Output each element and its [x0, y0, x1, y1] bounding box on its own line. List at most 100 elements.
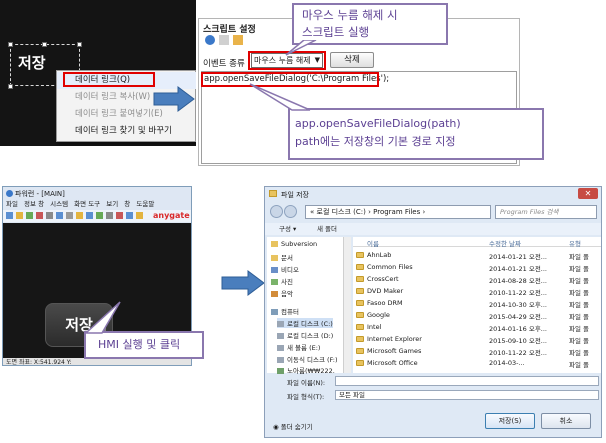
nav-item-computer[interactable]: 컴퓨터: [271, 306, 299, 316]
arrow-right-icon: [221, 270, 265, 296]
file-row[interactable]: CrossCert 2014-08-28 오전... 파일 폴: [353, 274, 601, 285]
usb-drive-icon: [277, 357, 284, 363]
drive-icon: [277, 333, 284, 339]
toolbar-icon[interactable]: [106, 212, 113, 219]
close-button[interactable]: ✕: [578, 188, 598, 199]
organize-button[interactable]: 구성 ▾: [279, 223, 296, 235]
cancel-button[interactable]: 취소: [541, 413, 591, 429]
toolbar-icon[interactable]: [46, 212, 53, 219]
toolbar-icon[interactable]: [96, 212, 103, 219]
nav-item-music[interactable]: 음악: [271, 288, 293, 298]
file-row[interactable]: Intel 2014-01-16 오후... 파일 폴: [353, 322, 601, 333]
drive-icon: [277, 321, 284, 327]
toolbar-icon[interactable]: [116, 212, 123, 219]
resize-handle[interactable]: [77, 42, 82, 47]
folder-icon: [356, 312, 364, 318]
file-row[interactable]: Fasoo DRM 2014-10-30 오후... 파일 폴: [353, 298, 601, 309]
menu-item-file[interactable]: 파일: [6, 200, 18, 208]
network-drive-icon: [277, 368, 284, 374]
callout-pointer: [285, 40, 317, 56]
command-bar: 구성 ▾ 새 폴더: [265, 223, 601, 235]
address-bar[interactable]: « 로컬 디스크 (C:) › Program Files ›: [305, 205, 491, 219]
nav-item-network[interactable]: 노아룸(₩₩222.: [277, 365, 335, 375]
script-icon[interactable]: [219, 35, 229, 45]
search-input[interactable]: Program Files 검색: [495, 205, 597, 219]
menu-item-find-replace-data-link[interactable]: 데이터 링크 찾기 및 바꾸기: [57, 123, 196, 140]
file-list-header: 이름 수정한 날짜 유형: [353, 237, 601, 248]
status-bar: 도면 좌표: X:541.924 Y:: [3, 358, 191, 365]
file-row[interactable]: Internet Explorer 2015-09-10 오전... 파일 폴: [353, 334, 601, 345]
file-list: 이름 수정한 날짜 유형 AhnLab 2014-01-21 오전... 파일 폴 …: [353, 237, 601, 373]
window-title: 파워런 - [MAIN]: [15, 190, 65, 198]
toolbar-icon[interactable]: [16, 212, 23, 219]
menu-item-screen-tools[interactable]: 화면 도구: [74, 200, 100, 208]
new-folder-button[interactable]: 새 폴더: [317, 223, 337, 235]
callout-line: 스크립트 실행: [302, 25, 370, 39]
toolbar-icon[interactable]: [86, 212, 93, 219]
folder-icon: [356, 264, 364, 270]
file-row[interactable]: Common Files 2014-01-21 오전... 파일 폴: [353, 262, 601, 273]
column-header-type[interactable]: 유형: [569, 238, 581, 248]
filename-label: 파일 이름(N):: [287, 379, 326, 387]
file-row[interactable]: AhnLab 2014-01-21 오전... 파일 폴: [353, 250, 601, 261]
resize-handle[interactable]: [8, 42, 13, 47]
folder-icon: [356, 276, 364, 282]
music-icon: [271, 291, 278, 297]
callout-event-explain: 마우스 누름 해제 시 스크립트 실행: [292, 3, 448, 45]
nav-item-videos[interactable]: 비디오: [271, 264, 299, 274]
toolbar-icon[interactable]: [26, 212, 33, 219]
app-icon: [6, 190, 13, 197]
toolbar-icon[interactable]: [126, 212, 133, 219]
nav-item-removable-f[interactable]: 이동식 디스크 (F:): [277, 354, 338, 364]
callout-pointer: [84, 301, 121, 334]
toolbar-icon[interactable]: [76, 212, 83, 219]
menu-bar: 파일 정보 창 시스템 화면 도구 보기 창 도움말: [3, 199, 191, 210]
toolbar-icon[interactable]: [6, 212, 13, 219]
column-header-date[interactable]: 수정한 날짜: [489, 238, 521, 248]
save-button[interactable]: 저장(S): [485, 413, 535, 429]
menu-item-info[interactable]: 정보 창: [24, 200, 44, 208]
nav-item-local-disk-d[interactable]: 로컬 디스크 (D:): [277, 330, 333, 340]
menu-item-window[interactable]: 창: [124, 200, 130, 208]
filetype-label: 파일 형식(T):: [287, 393, 325, 401]
back-button[interactable]: [270, 205, 283, 218]
object-label: 저장: [18, 54, 46, 72]
nav-item-subversion[interactable]: Subversion: [271, 240, 317, 248]
dialog-title: 파일 저장: [281, 191, 309, 199]
folder-icon: [271, 255, 278, 261]
column-header-name[interactable]: 이름: [367, 238, 379, 248]
folder-icon[interactable]: [233, 35, 243, 45]
nav-item-documents[interactable]: 문서: [271, 252, 293, 262]
toolbar-icon[interactable]: [36, 212, 43, 219]
resize-handle[interactable]: [42, 42, 47, 47]
file-row[interactable]: Google 2015-04-29 오전... 파일 폴: [353, 310, 601, 321]
forward-button[interactable]: [284, 205, 297, 218]
toolbar-icon[interactable]: [136, 212, 143, 219]
filename-input[interactable]: [335, 376, 599, 386]
scrollbar[interactable]: [343, 237, 351, 373]
menu-item-help[interactable]: 도움말: [136, 200, 154, 208]
event-type-label: 이벤트 종류 :: [203, 59, 251, 69]
delete-button[interactable]: 삭제: [330, 52, 374, 68]
nav-item-local-disk-c[interactable]: 로컬 디스크 (C:): [277, 318, 333, 328]
resize-handle[interactable]: [8, 84, 13, 89]
folder-icon: [271, 241, 278, 247]
video-icon: [271, 267, 278, 273]
brand-logo: anygate: [153, 211, 190, 220]
toolbar-icon[interactable]: [66, 212, 73, 219]
run-icon[interactable]: [205, 35, 215, 45]
folder-icon: [356, 300, 364, 306]
file-row[interactable]: Microsoft Games 2010-11-22 오전... 파일 폴: [353, 346, 601, 357]
file-row[interactable]: Microsoft Office 2014-03-... 파일 폴: [353, 358, 601, 369]
nav-item-pictures[interactable]: 사진: [271, 276, 293, 286]
callout-line: app.openSaveFileDialog(path): [295, 117, 461, 130]
menu-item-view[interactable]: 보기: [106, 200, 118, 208]
computer-icon: [271, 309, 278, 315]
drive-icon: [277, 345, 284, 351]
hide-folders-toggle[interactable]: ◉ 폴더 숨기기: [273, 421, 313, 431]
file-row[interactable]: DVD Maker 2010-11-22 오전... 파일 폴: [353, 286, 601, 297]
filetype-select[interactable]: 모든 파일: [335, 390, 599, 400]
menu-item-system[interactable]: 시스템: [50, 200, 68, 208]
toolbar-icon[interactable]: [56, 212, 63, 219]
nav-item-volume-e[interactable]: 새 볼륨 (E:): [277, 342, 320, 352]
